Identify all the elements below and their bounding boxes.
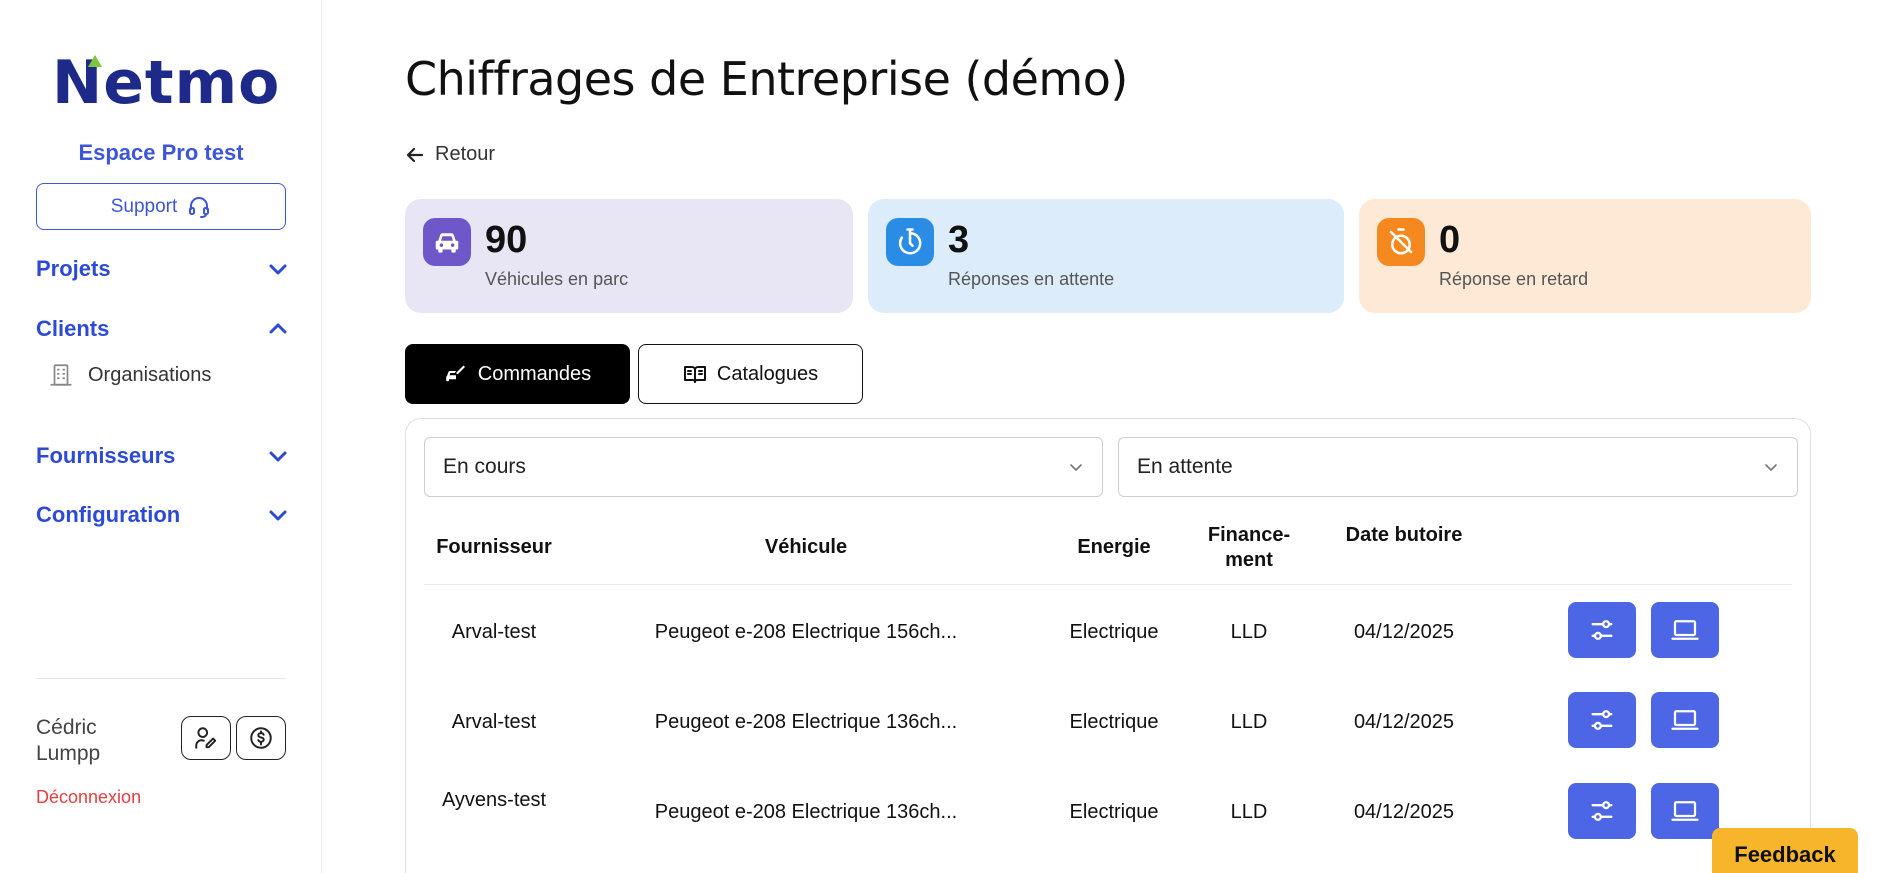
sidebar-item-organisations[interactable]: Organisations: [48, 362, 211, 388]
cell-fournisseur: Arval-test: [451, 711, 537, 733]
stat-value: 0: [1439, 219, 1461, 261]
stat-label: Véhicules en parc: [485, 269, 629, 289]
column-header-financement[interactable]: Finance-ment: [1204, 523, 1294, 573]
cell-energie: Electrique: [1069, 621, 1159, 643]
building-icon: [50, 364, 72, 386]
response-filter-select[interactable]: En attente: [1118, 437, 1798, 497]
cell-energie: Electrique: [1069, 801, 1159, 823]
chevron-down-icon: [269, 451, 287, 462]
stat-label: Réponse en retard: [1439, 269, 1589, 289]
logo-leaf-icon: [88, 55, 102, 67]
stat-value: 3: [948, 219, 970, 261]
nav-item-label: Fournisseurs: [36, 443, 176, 468]
orders-panel: En cours En attente Fournisseur Véhicule…: [405, 418, 1811, 873]
cell-date: 04/12/2025: [1353, 711, 1455, 733]
user-name: Cédric Lumpp: [36, 716, 101, 765]
tab-label: Commandes: [477, 362, 592, 385]
sidebar-item-label: Organisations: [88, 363, 212, 386]
chevron-up-icon: [269, 323, 287, 334]
stat-card-late: 0 Réponse en retard: [1359, 199, 1811, 313]
view-button[interactable]: [1651, 692, 1719, 748]
netmo-logo[interactable]: Netmo: [52, 48, 279, 118]
support-button-label: Support: [110, 195, 178, 217]
cell-vehicule: Peugeot e-208 Electrique 136ch...: [654, 801, 958, 823]
response-filter-value: En attente: [1137, 455, 1233, 478]
stat-label: Réponses en attente: [948, 269, 1115, 289]
edit-profile-button[interactable]: [181, 716, 231, 760]
timer-off-icon: [1377, 218, 1425, 266]
support-button[interactable]: Support: [36, 183, 286, 230]
nav-item-projets[interactable]: Projets: [36, 256, 288, 282]
settings-button[interactable]: [1568, 692, 1636, 748]
cell-fournisseur: Arval-test: [451, 621, 537, 643]
tab-label: Catalogues: [716, 362, 819, 385]
sliders-icon: [1591, 710, 1613, 730]
billing-button[interactable]: [236, 716, 286, 760]
nav-item-configuration[interactable]: Configuration: [36, 502, 288, 528]
column-header-energie[interactable]: Energie: [1044, 535, 1184, 560]
laptop-icon: [1671, 801, 1699, 821]
space-title: Espace Pro test: [78, 140, 244, 165]
chevron-down-icon: [1765, 464, 1777, 471]
cell-vehicule: Peugeot e-208 Electrique 136ch...: [654, 711, 958, 733]
nav-item-label: Projets: [36, 256, 111, 281]
tab-catalogues[interactable]: Catalogues: [638, 344, 863, 404]
cell-financement: LLD: [1230, 711, 1268, 733]
cell-date: 04/12/2025: [1353, 621, 1455, 643]
cell-financement: LLD: [1230, 801, 1268, 823]
arrow-left-icon: [406, 147, 424, 162]
nav-item-clients[interactable]: Clients: [36, 316, 288, 342]
status-filter-select[interactable]: En cours: [424, 437, 1103, 497]
cell-vehicule: Peugeot e-208 Electrique 156ch...: [654, 621, 958, 643]
column-header-fournisseur[interactable]: Fournisseur: [424, 535, 564, 560]
view-button[interactable]: [1651, 783, 1719, 839]
back-link[interactable]: Retour: [405, 143, 495, 166]
column-header-date[interactable]: Date butoire: [1344, 523, 1464, 548]
book-open-icon: [683, 366, 706, 383]
stat-card-vehicles: 90 Véhicules en parc: [405, 199, 853, 313]
back-link-label: Retour: [435, 143, 496, 165]
nav-item-label: Clients: [36, 316, 110, 341]
nav-item-fournisseurs[interactable]: Fournisseurs: [36, 443, 288, 469]
logo-text: Netmo: [52, 48, 281, 118]
sidebar-divider: [36, 678, 286, 679]
user-edit-icon: [195, 727, 217, 749]
column-header-vehicule[interactable]: Véhicule: [596, 535, 1016, 560]
sliders-icon: [1591, 801, 1613, 821]
logout-link[interactable]: Déconnexion: [36, 787, 141, 808]
headset-icon: [189, 196, 210, 218]
stat-value: 90: [485, 219, 528, 261]
cell-date: 04/12/2025: [1353, 801, 1455, 823]
coin-icon: [250, 727, 272, 749]
feedback-button[interactable]: Feedback: [1712, 828, 1858, 873]
settings-button[interactable]: [1568, 602, 1636, 658]
cell-energie: Electrique: [1069, 711, 1159, 733]
chevron-down-icon: [269, 510, 287, 521]
laptop-icon: [1671, 620, 1699, 640]
sliders-icon: [1591, 620, 1613, 640]
timer-icon: [886, 218, 934, 266]
cell-financement: LLD: [1230, 621, 1268, 643]
settings-button[interactable]: [1568, 783, 1636, 839]
table-header-divider: [424, 584, 1792, 585]
stat-card-pending: 3 Réponses en attente: [868, 199, 1344, 313]
view-button[interactable]: [1651, 602, 1719, 658]
chevron-down-icon: [269, 264, 287, 275]
car-edit-icon: [445, 365, 465, 382]
cell-fournisseur: Ayvens-test: [441, 789, 547, 811]
status-filter-value: En cours: [443, 455, 526, 478]
page-title: Chiffrages de Entreprise (démo): [405, 52, 1128, 106]
laptop-icon: [1671, 710, 1699, 730]
chevron-down-icon: [1070, 464, 1082, 471]
sidebar: Netmo Espace Pro test Support Projets Cl…: [0, 0, 322, 873]
tab-commandes[interactable]: Commandes: [405, 344, 630, 404]
nav-item-label: Configuration: [36, 502, 181, 527]
car-icon: [423, 218, 471, 266]
